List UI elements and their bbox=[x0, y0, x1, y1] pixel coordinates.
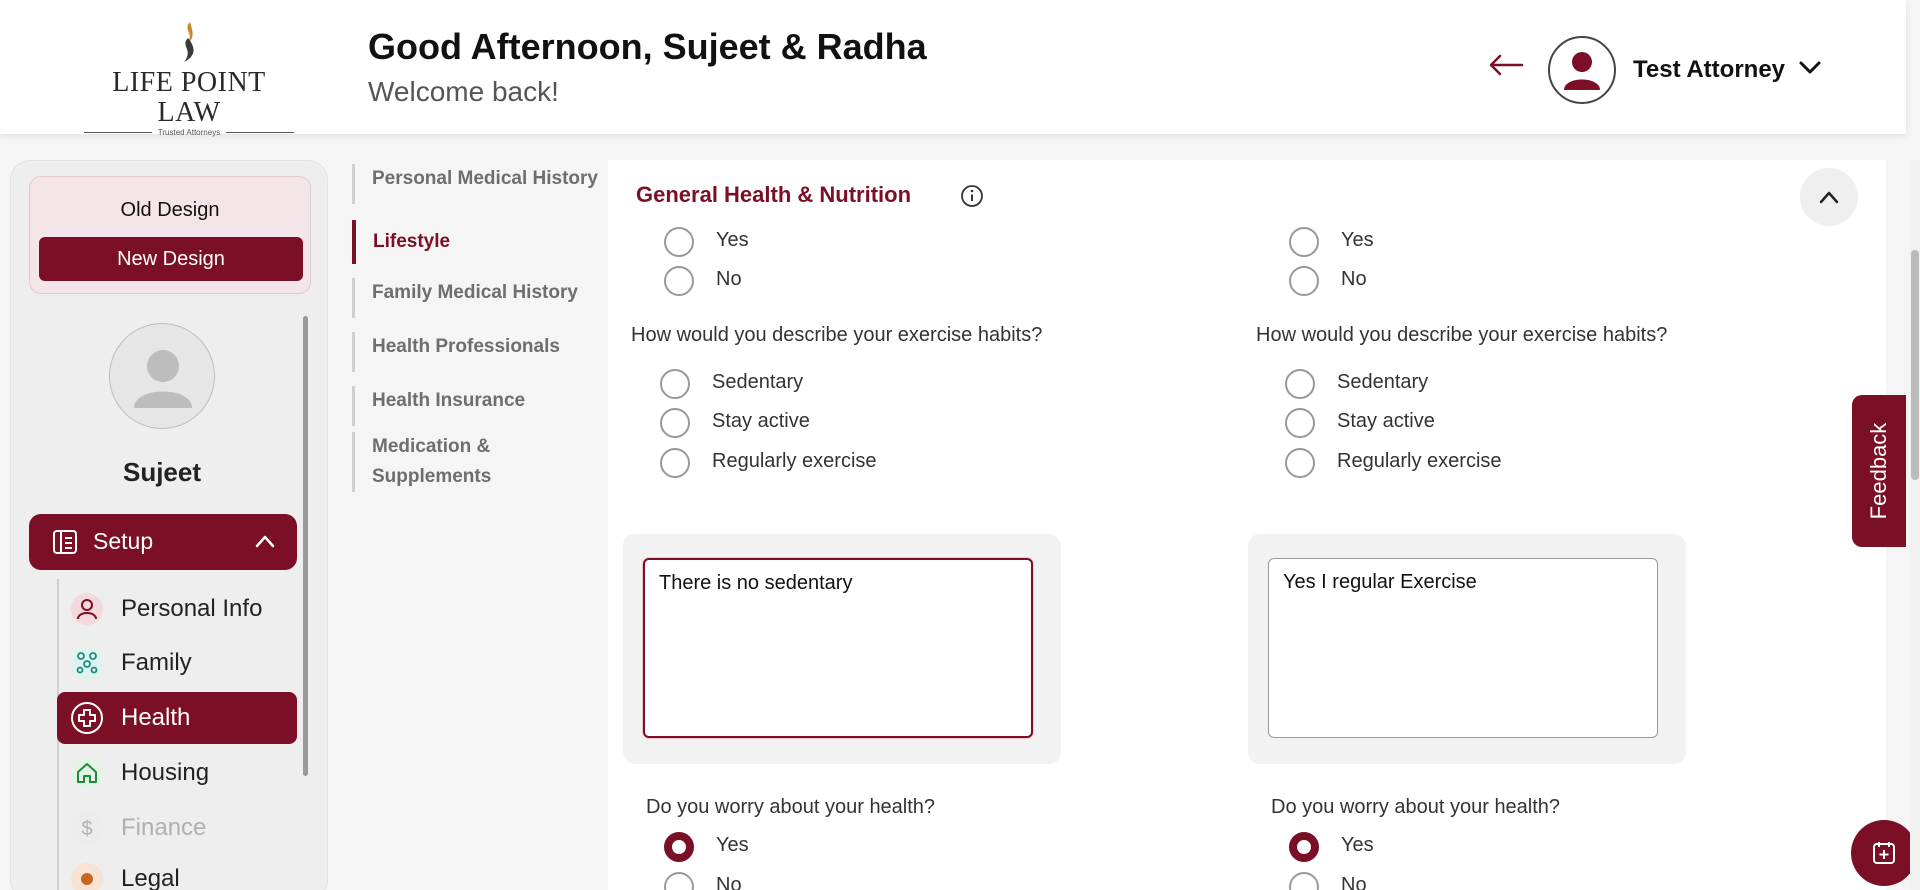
subnav-family-medical-history[interactable]: Family Medical History bbox=[352, 278, 608, 318]
user-avatar-icon bbox=[1564, 52, 1600, 90]
sidebar-item-label: Health bbox=[121, 704, 191, 731]
radio-label: Yes bbox=[716, 834, 749, 856]
radio-button[interactable] bbox=[1285, 369, 1315, 399]
section-title: General Health & Nutrition bbox=[636, 182, 912, 207]
sidebar-item-housing[interactable]: Housing bbox=[57, 747, 297, 799]
subnav-health-professionals[interactable]: Health Professionals bbox=[352, 332, 608, 372]
collapse-section-button[interactable] bbox=[1800, 168, 1858, 226]
svg-text:$: $ bbox=[81, 818, 92, 840]
setup-label: Setup bbox=[93, 528, 154, 554]
dollar-icon: $ bbox=[71, 812, 103, 844]
radio-label: Sedentary bbox=[712, 371, 804, 393]
back-arrow-icon[interactable] bbox=[1488, 52, 1524, 78]
logo[interactable]: LIFE POINT LAW Trusted Attorneys bbox=[84, 20, 294, 137]
app-header: LIFE POINT LAW Trusted Attorneys Good Af… bbox=[0, 0, 1906, 137]
feedback-label: Feedback bbox=[1866, 422, 1891, 520]
notes-textarea-1[interactable]: There is no sedentary bbox=[643, 558, 1033, 738]
radio-label: Yes bbox=[1341, 834, 1374, 856]
radio-button[interactable] bbox=[664, 872, 694, 890]
greeting-title: Good Afternoon, Sujeet & Radha bbox=[368, 26, 927, 67]
health-plus-icon bbox=[71, 702, 103, 734]
person-icon bbox=[71, 593, 103, 625]
old-design-button[interactable]: Old Design bbox=[30, 199, 310, 222]
chevron-down-icon[interactable] bbox=[1798, 60, 1822, 76]
calendar-plus-icon bbox=[1873, 842, 1895, 864]
family-icon bbox=[71, 647, 103, 679]
subnav-health-insurance[interactable]: Health Insurance bbox=[352, 386, 608, 426]
radio-label: Yes bbox=[716, 229, 749, 251]
radio-button[interactable] bbox=[664, 227, 694, 257]
worry-question-1: Do you worry about your health? bbox=[646, 796, 936, 818]
health-subnav: Personal Medical History Lifestyle Famil… bbox=[352, 160, 608, 500]
flame-logo-icon bbox=[184, 22, 194, 62]
home-icon bbox=[71, 757, 103, 789]
subnav-medication-supplements[interactable]: Medication & bbox=[352, 432, 608, 462]
document-list-icon bbox=[53, 530, 77, 554]
radio-label: Regularly exercise bbox=[712, 450, 877, 472]
radio-label: Stay active bbox=[712, 410, 810, 432]
subnav-medication-supplements-line2[interactable]: Supplements bbox=[352, 462, 608, 492]
new-design-button[interactable]: New Design bbox=[39, 237, 303, 281]
radio-button-selected[interactable] bbox=[664, 832, 694, 862]
sidebar-item-legal[interactable]: Legal bbox=[57, 853, 297, 890]
chevron-up-icon bbox=[1819, 191, 1839, 204]
user-avatar[interactable] bbox=[1548, 36, 1616, 104]
profile-avatar bbox=[109, 323, 215, 429]
radio-label: Yes bbox=[1341, 229, 1374, 251]
radio-button[interactable] bbox=[664, 266, 694, 296]
floating-action-button[interactable] bbox=[1851, 820, 1917, 886]
radio-label: No bbox=[716, 268, 742, 290]
logo-tagline: Trusted Attorneys bbox=[84, 128, 294, 137]
worry-question-2: Do you worry about your health? bbox=[1271, 796, 1561, 818]
sidebar-item-health[interactable]: Health bbox=[57, 692, 297, 744]
chevron-up-icon bbox=[255, 535, 275, 548]
radio-label: No bbox=[716, 874, 742, 890]
radio-button[interactable] bbox=[1289, 266, 1319, 296]
sidebar-item-label: Legal bbox=[121, 865, 180, 890]
notes-container-2: Yes I regular Exercise bbox=[1248, 534, 1686, 764]
radio-label: No bbox=[1341, 874, 1367, 890]
logo-name: LIFE POINT LAW bbox=[112, 67, 266, 128]
radio-button[interactable] bbox=[660, 448, 690, 478]
feedback-tab[interactable]: Feedback bbox=[1852, 395, 1906, 547]
radio-label: Sedentary bbox=[1337, 371, 1429, 393]
radio-button[interactable] bbox=[1285, 408, 1315, 438]
radio-label: Stay active bbox=[1337, 410, 1435, 432]
notes-container-1: There is no sedentary bbox=[623, 534, 1061, 764]
radio-button[interactable] bbox=[1285, 448, 1315, 478]
user-name[interactable]: Test Attorney bbox=[1633, 56, 1785, 84]
profile-name: Sujeet bbox=[122, 457, 202, 487]
sidebar-item-label: Family bbox=[121, 649, 192, 676]
welcome-subtitle: Welcome back! bbox=[368, 76, 559, 107]
subnav-personal-medical-history[interactable]: Personal Medical History bbox=[352, 164, 608, 204]
exercise-question-2: How would you describe your exercise hab… bbox=[1256, 324, 1668, 346]
sidebar: Old Design New Design Sujeet Setup Perso… bbox=[10, 160, 328, 890]
sidebar-item-label: Housing bbox=[121, 759, 210, 786]
sidebar-item-label: Personal Info bbox=[121, 595, 263, 622]
radio-button[interactable] bbox=[660, 369, 690, 399]
notes-textarea-2[interactable]: Yes I regular Exercise bbox=[1268, 558, 1658, 738]
radio-label: Regularly exercise bbox=[1337, 450, 1502, 472]
exercise-question-1: How would you describe your exercise hab… bbox=[631, 324, 1043, 346]
main-content: General Health & Nutrition Yes No How wo… bbox=[608, 160, 1886, 890]
subnav-lifestyle[interactable]: Lifestyle bbox=[352, 220, 608, 264]
radio-button[interactable] bbox=[660, 408, 690, 438]
radio-button[interactable] bbox=[1289, 227, 1319, 257]
info-icon[interactable] bbox=[960, 184, 984, 208]
radio-button-selected[interactable] bbox=[1289, 832, 1319, 862]
sidebar-item-label: Finance bbox=[121, 814, 207, 841]
sidebar-item-personal-info[interactable]: Personal Info bbox=[57, 583, 297, 635]
radio-button[interactable] bbox=[1289, 872, 1319, 890]
setup-menu-toggle[interactable]: Setup bbox=[29, 514, 297, 570]
sidebar-item-finance[interactable]: $ Finance bbox=[57, 802, 297, 854]
legal-icon bbox=[71, 863, 103, 890]
sidebar-scrollbar[interactable] bbox=[303, 316, 308, 776]
page-scrollbar-thumb[interactable] bbox=[1911, 250, 1919, 480]
person-placeholder-icon bbox=[134, 350, 192, 408]
design-switcher: Old Design New Design bbox=[29, 176, 311, 294]
radio-label: No bbox=[1341, 268, 1367, 290]
sidebar-item-family[interactable]: Family bbox=[57, 637, 297, 689]
